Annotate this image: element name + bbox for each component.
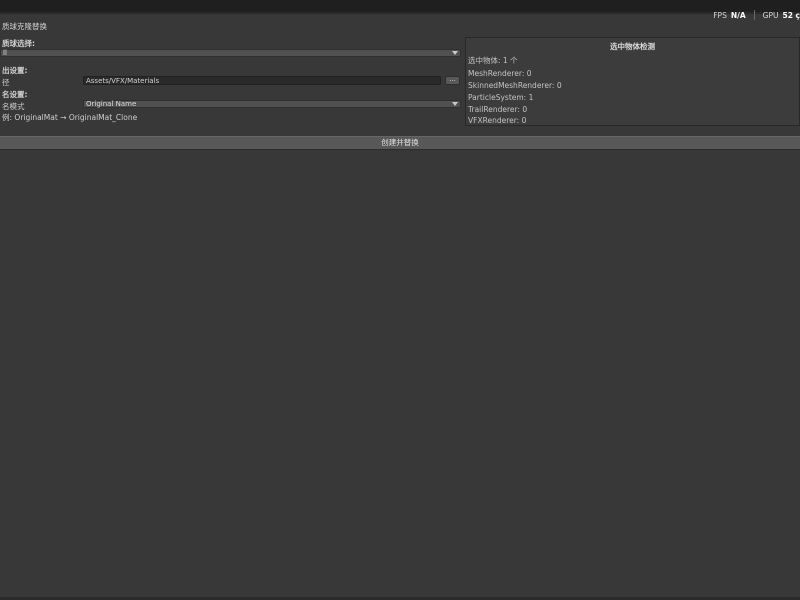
window-title: 质球克隆替换 [2,22,47,31]
selection-label: 质球选择: [2,39,35,48]
detection-line: SkinnedMeshRenderer: 0 [468,81,562,90]
path-label: 径 [2,78,10,87]
detection-panel-title: 选中物体检测 [610,42,655,51]
detection-line: VFXRenderer: 0 [468,116,527,125]
naming-mode-value: Original Name [86,100,137,108]
chevron-down-icon [452,102,458,106]
naming-section-label: 名设置: [2,90,28,99]
detection-panel: 选中物体检测 选中物体: 1 个 MeshRenderer: 0 Skinned… [465,37,800,126]
window-titlebar [0,0,800,12]
naming-mode-label: 名模式 [2,102,25,111]
selected-count: 选中物体: 1 个 [468,56,518,65]
toolbar-strip [0,12,800,14]
chevron-down-icon [452,51,458,55]
selection-dropdown-value: ll [3,49,7,57]
detection-line: MeshRenderer: 0 [468,69,532,78]
browse-button[interactable]: ... [445,76,460,85]
detection-line: TrailRenderer: 0 [468,105,528,114]
stats-overlay: FPS N/A GPU 52 ç [713,9,800,21]
gpu-label: GPU [762,10,779,20]
detection-line: ParticleSystem: 1 [468,93,534,102]
naming-example: 例: OriginalMat → OriginalMat_Clone [2,113,138,122]
path-input[interactable]: Assets/VFX/Materials [83,76,441,85]
stats-divider [753,10,755,20]
output-section-label: 出设置: [2,66,28,75]
naming-mode-dropdown[interactable]: Original Name [83,100,461,108]
fps-value: N/A [730,10,746,20]
selection-dropdown[interactable]: ll [0,49,461,57]
create-replace-button[interactable]: 创建并替换 [0,136,800,150]
fps-label: FPS [713,10,727,20]
gpu-value: 52 ç [782,10,800,20]
